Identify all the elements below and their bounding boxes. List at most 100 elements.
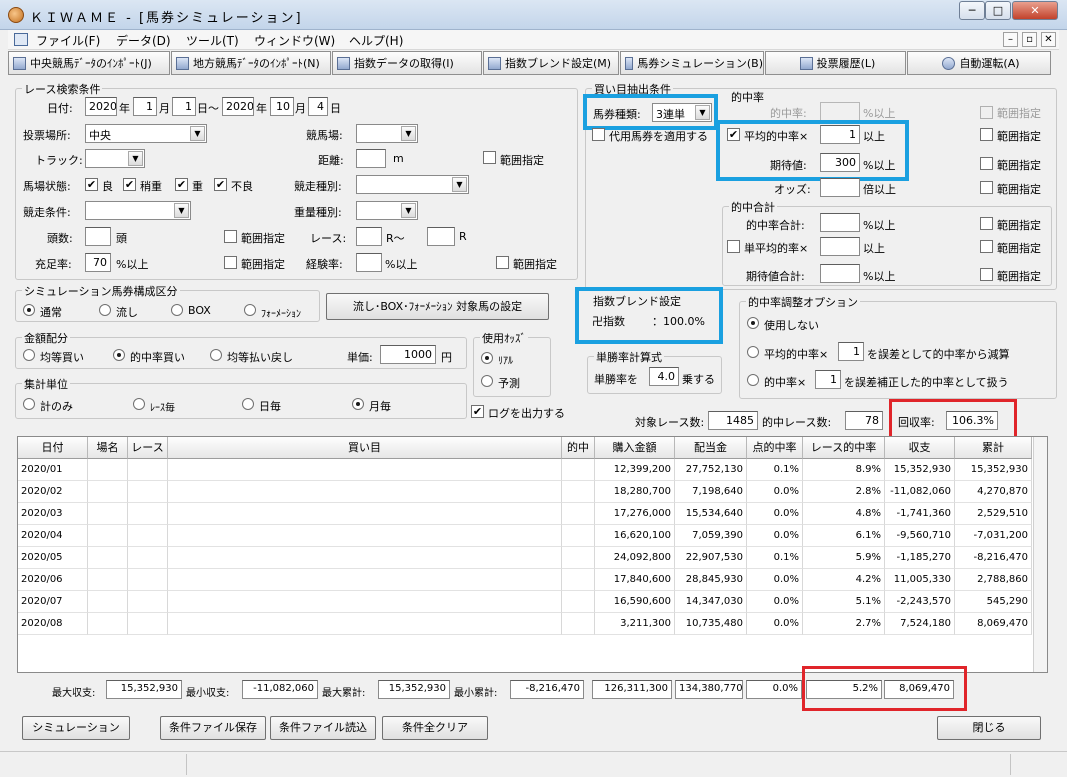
course-select[interactable]: ▼ bbox=[356, 124, 418, 143]
vote-history-button[interactable]: 投票履歴(L) bbox=[765, 51, 906, 75]
money-even-radio[interactable] bbox=[23, 349, 35, 361]
avg-hit-range-checkbox[interactable] bbox=[980, 128, 993, 141]
load-conditions-button[interactable]: 条件ファイル読込 bbox=[270, 716, 376, 740]
import-central-button[interactable]: 中央競馬ﾃﾞｰﾀのｲﾝﾎﾟｰﾄ(J) bbox=[8, 51, 170, 75]
heads-range-checkbox[interactable] bbox=[224, 230, 237, 243]
maximize-button[interactable]: □ bbox=[985, 1, 1011, 20]
column-header[interactable]: 点的中率 bbox=[747, 437, 803, 459]
save-conditions-button[interactable]: 条件ファイル保存 bbox=[160, 716, 266, 740]
odds-range-checkbox[interactable] bbox=[980, 181, 993, 194]
target-horse-button[interactable]: 流し･BOX･ﾌｫｰﾒｰｼｮﾝ 対象馬の設定 bbox=[326, 293, 549, 320]
odds-real-radio[interactable] bbox=[481, 352, 493, 364]
column-header[interactable]: レース bbox=[128, 437, 168, 459]
adjust-none-radio[interactable] bbox=[747, 317, 759, 329]
exp-input[interactable] bbox=[356, 253, 382, 272]
race-from-input[interactable] bbox=[356, 227, 382, 246]
venue-select[interactable]: 中央 ▼ bbox=[85, 124, 207, 143]
bet-simulation-button[interactable]: 馬券シミュレーション(B) bbox=[620, 51, 764, 75]
single-avg-input[interactable] bbox=[820, 237, 860, 256]
from-month-input[interactable]: 1 bbox=[133, 97, 157, 116]
expect-input[interactable]: 300 bbox=[820, 153, 860, 172]
mdi-minimize-icon[interactable]: – bbox=[1003, 32, 1018, 47]
log-output-checkbox[interactable]: ✔ bbox=[471, 405, 484, 418]
close-button[interactable]: 閉じる bbox=[937, 716, 1041, 740]
weight-select[interactable]: ▼ bbox=[356, 201, 418, 220]
bet-type-select[interactable]: 3連単 ▼ bbox=[652, 103, 712, 122]
adjust-correct-radio[interactable] bbox=[747, 374, 759, 386]
distance-input[interactable] bbox=[356, 149, 386, 168]
sum-race-radio[interactable] bbox=[133, 398, 145, 410]
unit-price-input[interactable]: 1000 bbox=[380, 345, 436, 364]
avg-hit-checkbox[interactable]: ✔ bbox=[727, 128, 740, 141]
to-year-input[interactable]: 2020 bbox=[222, 97, 254, 116]
menu-help[interactable]: ヘルプ(H) bbox=[349, 32, 403, 49]
menu-tools[interactable]: ツール(T) bbox=[186, 32, 239, 49]
fetch-index-button[interactable]: 指数データの取得(I) bbox=[332, 51, 482, 75]
from-day-input[interactable]: 1 bbox=[172, 97, 196, 116]
menu-window[interactable]: ウィンドウ(W) bbox=[254, 32, 335, 49]
clear-conditions-button[interactable]: 条件全クリア bbox=[382, 716, 488, 740]
hit-rate-input[interactable] bbox=[820, 102, 860, 121]
menu-data[interactable]: データ(D) bbox=[116, 32, 171, 49]
single-rate-input[interactable]: 4.0 bbox=[649, 367, 679, 386]
column-header[interactable]: 累計 bbox=[955, 437, 1032, 459]
exp-range-checkbox[interactable] bbox=[496, 256, 509, 269]
sum-month-radio[interactable] bbox=[352, 398, 364, 410]
cond-heavy-checkbox[interactable]: ✔ bbox=[175, 178, 188, 191]
column-header[interactable]: 配当金 bbox=[675, 437, 747, 459]
column-header[interactable]: 購入金額 bbox=[595, 437, 675, 459]
cond-good-checkbox[interactable]: ✔ bbox=[85, 178, 98, 191]
menu-file[interactable]: ファイル(F) bbox=[36, 32, 100, 49]
to-day-input[interactable]: 4 bbox=[308, 97, 328, 116]
race-cond-select[interactable]: ▼ bbox=[85, 201, 191, 220]
race-type-select[interactable]: ▼ bbox=[356, 175, 469, 194]
to-month-input[interactable]: 10 bbox=[270, 97, 294, 116]
import-local-button[interactable]: 地方競馬ﾃﾞｰﾀのｲﾝﾎﾟｰﾄ(N) bbox=[171, 51, 331, 75]
from-year-input[interactable]: 2020 bbox=[85, 97, 117, 116]
column-header[interactable]: 日付 bbox=[18, 437, 88, 459]
avg-hit-input[interactable]: 1 bbox=[820, 125, 860, 144]
column-header[interactable]: 買い目 bbox=[168, 437, 562, 459]
sum-total-radio[interactable] bbox=[23, 398, 35, 410]
total-hit-range-checkbox[interactable] bbox=[980, 217, 993, 230]
comp-nagashi-radio[interactable] bbox=[99, 304, 111, 316]
cond-bad-checkbox[interactable]: ✔ bbox=[214, 178, 227, 191]
track-select[interactable]: ▼ bbox=[85, 149, 145, 168]
cond-slightly-heavy-checkbox[interactable]: ✔ bbox=[123, 178, 136, 191]
distance-range-checkbox[interactable] bbox=[483, 151, 496, 164]
column-header[interactable]: レース的中率 bbox=[803, 437, 885, 459]
money-payout-radio[interactable] bbox=[210, 349, 222, 361]
fill-range-checkbox[interactable] bbox=[224, 256, 237, 269]
adjust-subtract-radio[interactable] bbox=[747, 346, 759, 358]
mdi-restore-icon[interactable]: ▫ bbox=[1022, 32, 1037, 47]
column-header[interactable]: 場名 bbox=[88, 437, 128, 459]
money-hit-radio[interactable] bbox=[113, 349, 125, 361]
expect-total-range-checkbox[interactable] bbox=[980, 268, 993, 281]
hit-rate-range-checkbox[interactable] bbox=[980, 106, 993, 119]
odds-input[interactable] bbox=[820, 178, 860, 197]
vertical-scrollbar[interactable] bbox=[1033, 437, 1047, 672]
expect-total-input[interactable] bbox=[820, 264, 860, 283]
single-avg-checkbox[interactable] bbox=[727, 240, 740, 253]
comp-formation-radio[interactable] bbox=[244, 304, 256, 316]
expect-range-checkbox[interactable] bbox=[980, 157, 993, 170]
mdi-close-icon[interactable]: ✕ bbox=[1041, 32, 1056, 47]
comp-box-radio[interactable] bbox=[171, 304, 183, 316]
auto-run-button[interactable]: 自動運転(A) bbox=[907, 51, 1051, 75]
fill-input[interactable]: 70 bbox=[85, 253, 111, 272]
single-avg-range-checkbox[interactable] bbox=[980, 240, 993, 253]
race-to-input[interactable] bbox=[427, 227, 455, 246]
heads-input[interactable] bbox=[85, 227, 111, 246]
column-header[interactable]: 収支 bbox=[885, 437, 955, 459]
comp-normal-radio[interactable] bbox=[23, 304, 35, 316]
column-header[interactable]: 的中 bbox=[562, 437, 595, 459]
simulation-button[interactable]: シミュレーション bbox=[22, 716, 130, 740]
substitute-checkbox[interactable] bbox=[592, 128, 605, 141]
adjust-correct-input[interactable]: 1 bbox=[815, 370, 841, 389]
results-table[interactable]: 日付 場名 レース 買い目 的中 購入金額 配当金 点的中率 レース的中率 収支 累計 2020/01… bbox=[17, 436, 1048, 673]
index-blend-button[interactable]: 指数ブレンド設定(M) bbox=[483, 51, 619, 75]
adjust-subtract-input[interactable]: 1 bbox=[838, 342, 864, 361]
close-window-button[interactable]: ✕ bbox=[1012, 1, 1058, 20]
odds-predict-radio[interactable] bbox=[481, 375, 493, 387]
total-hit-input[interactable] bbox=[820, 213, 860, 232]
